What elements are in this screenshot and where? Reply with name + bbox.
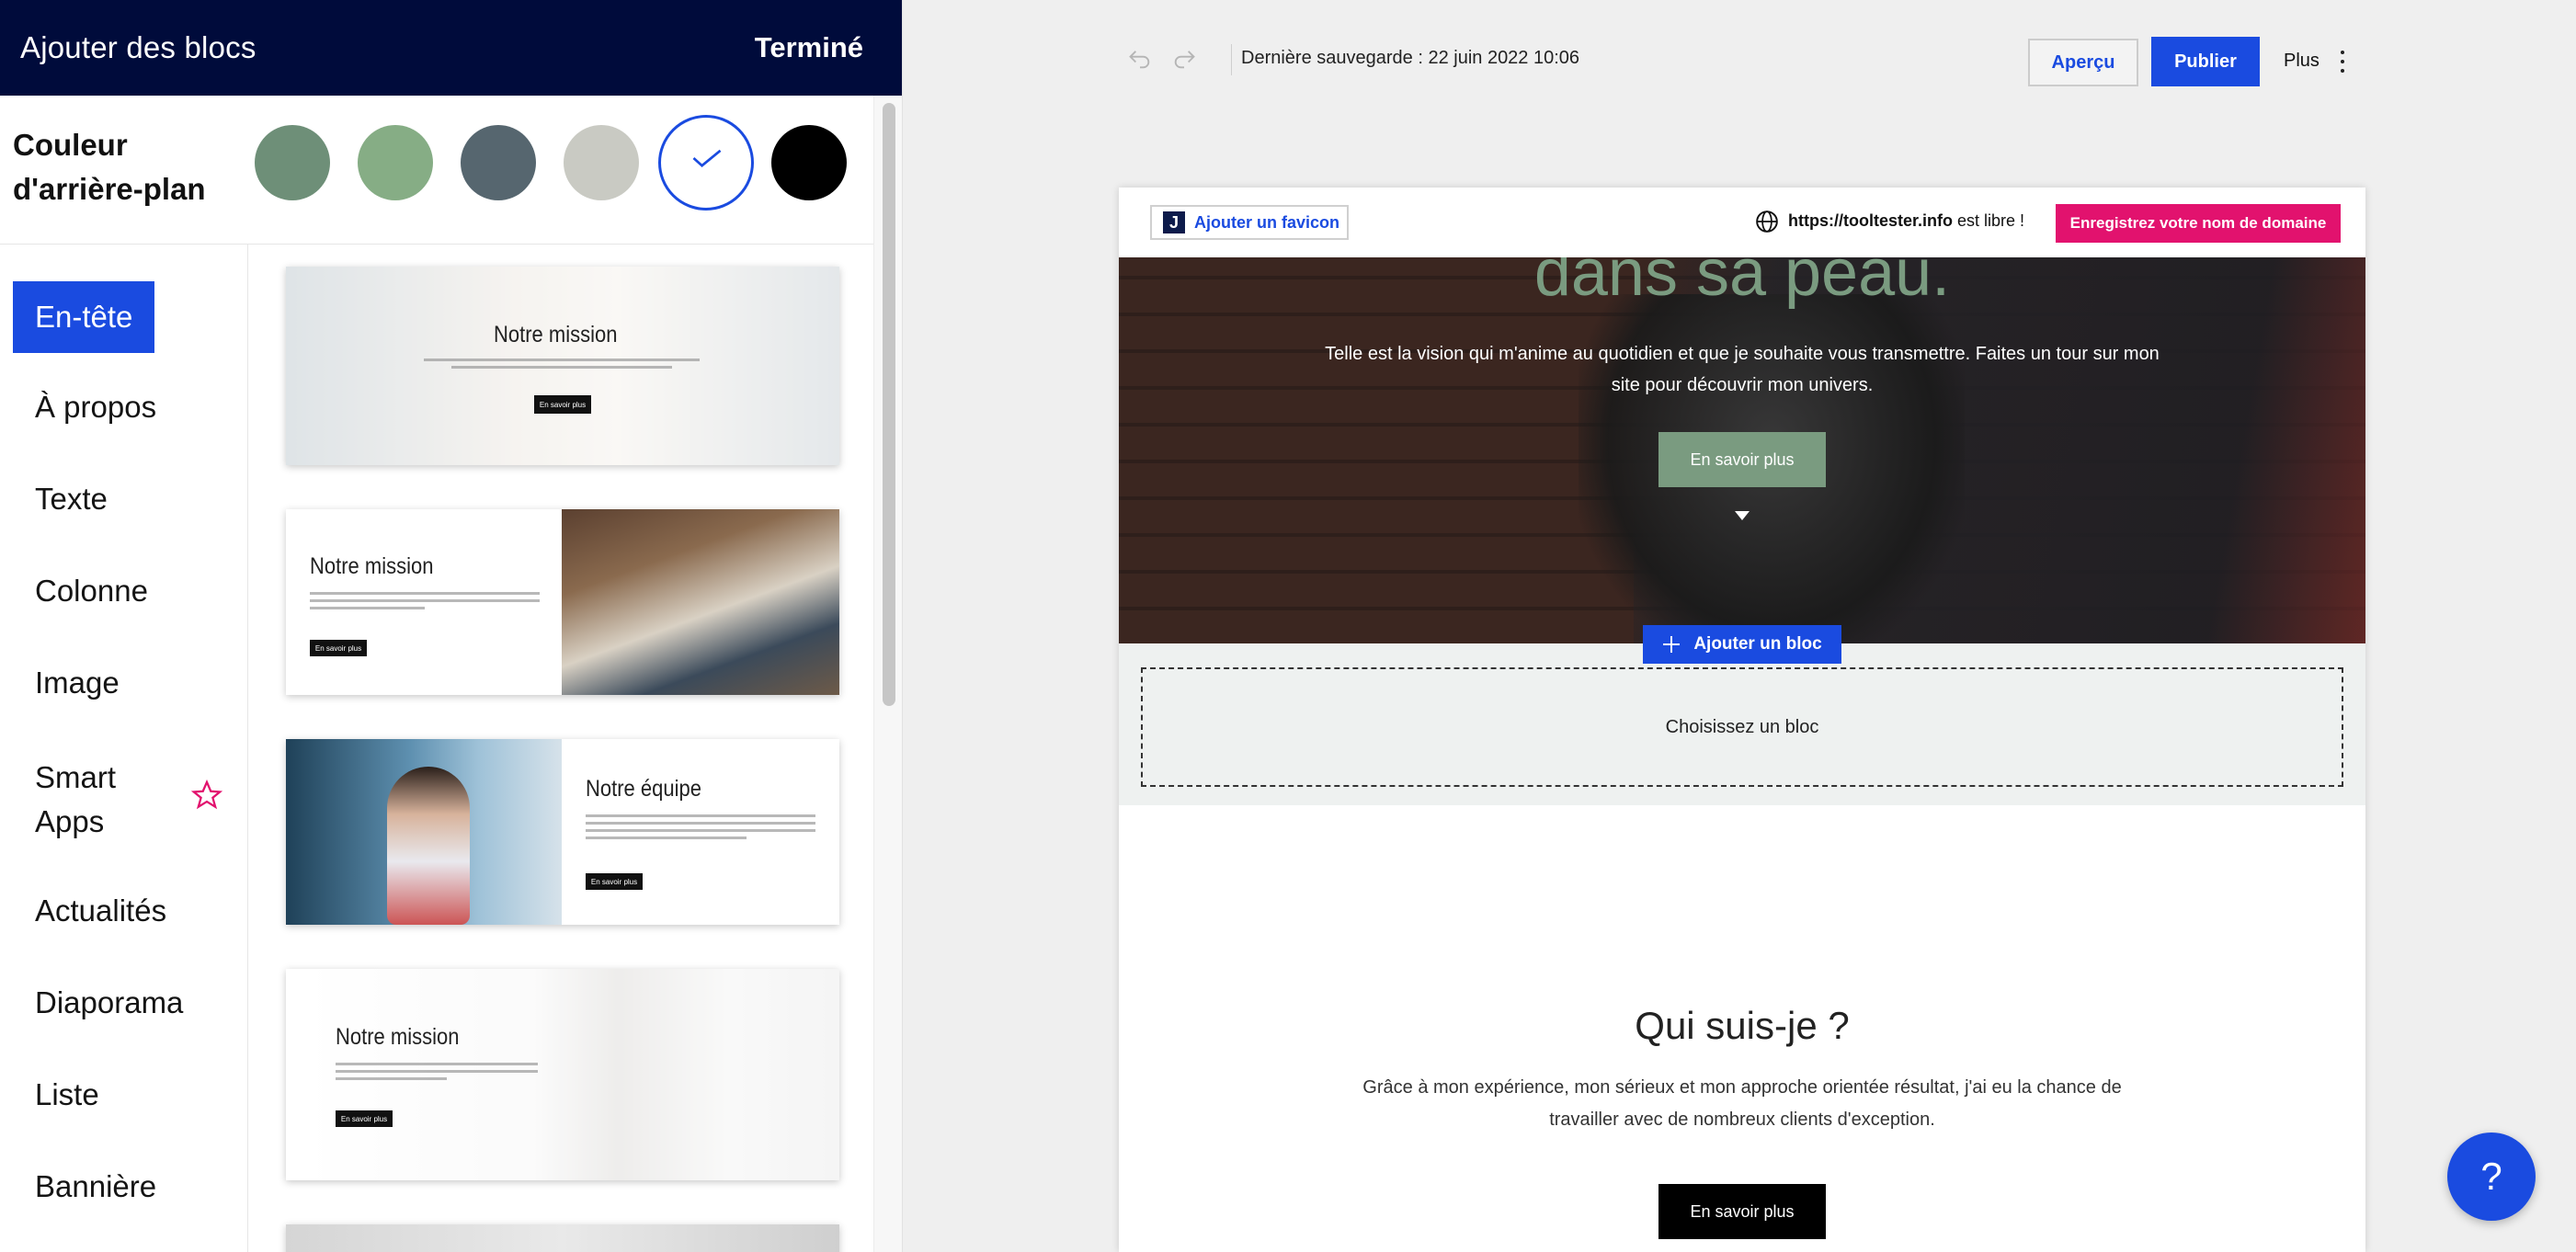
site-top-bar: J Ajouter un favicon https://tooltester.… bbox=[1119, 188, 2365, 257]
template-text-lines bbox=[586, 814, 815, 844]
category-image[interactable]: Image bbox=[35, 666, 120, 700]
category-text[interactable]: Texte bbox=[35, 482, 108, 517]
favicon-logo-icon: J bbox=[1163, 211, 1185, 233]
domain-suffix: est libre ! bbox=[1953, 211, 2025, 230]
about-text[interactable]: Grâce à mon expérience, mon sérieux et m… bbox=[1330, 1072, 2154, 1136]
template-portrait-figure bbox=[387, 767, 470, 925]
category-banner[interactable]: Bannière bbox=[35, 1169, 156, 1204]
preview-button[interactable]: Aperçu bbox=[2028, 39, 2138, 86]
color-swatch-black[interactable] bbox=[771, 125, 847, 200]
globe-icon bbox=[1756, 211, 1778, 233]
redo-icon[interactable] bbox=[1171, 46, 1197, 72]
template-header-2[interactable]: Notre mission En savoir plus bbox=[286, 509, 839, 695]
template-header-5[interactable] bbox=[286, 1224, 839, 1252]
publish-button[interactable]: Publier bbox=[2151, 37, 2260, 86]
template-button: En savoir plus bbox=[534, 395, 591, 414]
star-icon bbox=[191, 780, 222, 810]
panel-title: Ajouter des blocs bbox=[20, 30, 256, 64]
template-button: En savoir plus bbox=[310, 640, 367, 656]
kebab-menu-icon[interactable] bbox=[2339, 48, 2346, 75]
category-header[interactable]: En-tête bbox=[13, 281, 155, 353]
color-swatch-light-grey[interactable] bbox=[564, 125, 639, 200]
add-block-button[interactable]: Ajouter un bloc bbox=[1643, 625, 1841, 664]
domain-name: https://tooltester.info bbox=[1788, 211, 1953, 230]
hero-section[interactable]: dans sa peau. Telle est la vision qui m'… bbox=[1119, 257, 2365, 643]
add-block-label: Ajouter un bloc bbox=[1693, 634, 1822, 654]
template-title: Notre équipe bbox=[586, 776, 701, 802]
hero-text[interactable]: Telle est la vision qui m'anime au quoti… bbox=[1321, 338, 2163, 401]
hero-learn-more-button[interactable]: En savoir plus bbox=[1658, 432, 1826, 487]
template-image-books bbox=[562, 509, 839, 695]
template-image-portrait bbox=[286, 739, 562, 925]
template-header-3[interactable]: Notre équipe En savoir plus bbox=[286, 739, 839, 925]
template-text-lines bbox=[336, 1063, 538, 1085]
color-swatch-white-selected[interactable] bbox=[658, 115, 754, 211]
template-title: Notre mission bbox=[310, 553, 434, 579]
last-saved-status: Dernière sauvegarde : 22 juin 2022 10:06 bbox=[1241, 48, 1580, 68]
category-list[interactable]: Liste bbox=[35, 1077, 99, 1112]
choose-block-placeholder[interactable]: Choisissez un bloc bbox=[1141, 667, 2343, 787]
website-canvas: J Ajouter un favicon https://tooltester.… bbox=[1119, 188, 2365, 1252]
register-domain-button[interactable]: Enregistrez votre nom de domaine bbox=[2056, 204, 2341, 243]
template-text-lines bbox=[424, 359, 700, 373]
background-color-row: Couleur d'arrière-plan bbox=[0, 96, 873, 245]
background-color-label: Couleur d'arrière-plan bbox=[13, 128, 206, 206]
template-title: Notre mission bbox=[336, 1024, 460, 1050]
new-block-zone: Choisissez un bloc bbox=[1119, 643, 2365, 805]
category-column[interactable]: Colonne bbox=[35, 574, 148, 609]
template-header-4[interactable]: Notre mission En savoir plus bbox=[286, 969, 839, 1180]
hero-title[interactable]: dans sa peau. bbox=[1119, 257, 2365, 311]
undo-icon[interactable] bbox=[1127, 46, 1153, 72]
editor-topbar: Dernière sauvegarde : 22 juin 2022 10:06… bbox=[903, 0, 2576, 125]
help-button[interactable]: ? bbox=[2447, 1132, 2536, 1221]
category-news[interactable]: Actualités bbox=[35, 893, 166, 928]
template-button: En savoir plus bbox=[336, 1110, 393, 1127]
scroll-down-icon[interactable] bbox=[1735, 511, 1750, 520]
panel-header: Ajouter des blocs Terminé bbox=[0, 0, 902, 96]
category-smart-apps[interactable]: Smart Apps bbox=[35, 756, 145, 844]
template-header-1[interactable]: Notre mission En savoir plus bbox=[286, 267, 839, 465]
template-title: Notre mission bbox=[494, 322, 618, 347]
panel-scrollbar-thumb[interactable] bbox=[883, 103, 895, 706]
domain-availability: https://tooltester.info est libre ! bbox=[1788, 211, 2024, 231]
add-favicon-label: Ajouter un favicon bbox=[1194, 212, 1340, 232]
plus-icon bbox=[1663, 636, 1681, 653]
about-learn-more-button[interactable]: En savoir plus bbox=[1658, 1184, 1826, 1239]
color-swatch-light-green[interactable] bbox=[358, 125, 433, 200]
add-blocks-panel: Ajouter des blocs Terminé Couleur d'arri… bbox=[0, 0, 903, 1252]
template-text-lines bbox=[310, 592, 540, 614]
color-swatch-sage[interactable] bbox=[255, 125, 330, 200]
done-button[interactable]: Terminé bbox=[755, 31, 863, 64]
about-title[interactable]: Qui suis-je ? bbox=[1119, 1004, 2365, 1048]
more-button[interactable]: Plus bbox=[2284, 51, 2320, 72]
block-category-list: En-tête À propos Texte Colonne Image Sma… bbox=[0, 245, 248, 1252]
template-button: En savoir plus bbox=[586, 873, 643, 890]
panel-scrollbar[interactable] bbox=[873, 96, 902, 1252]
category-about[interactable]: À propos bbox=[35, 390, 156, 425]
color-swatch-slate[interactable] bbox=[461, 125, 536, 200]
add-favicon-button[interactable]: J Ajouter un favicon bbox=[1150, 205, 1349, 240]
check-icon bbox=[692, 149, 722, 167]
category-slideshow[interactable]: Diaporama bbox=[35, 985, 183, 1020]
